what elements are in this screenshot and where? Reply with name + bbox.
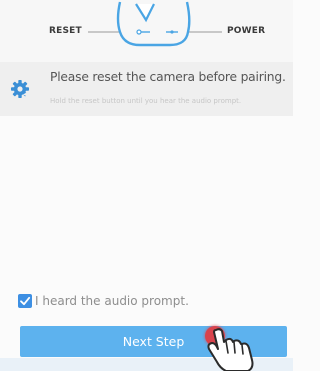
gear-icon (11, 80, 29, 98)
reset-label: RESET (49, 26, 82, 36)
tip-title: Please reset the camera before pairing. (50, 70, 286, 84)
power-label: POWER (227, 26, 266, 36)
camera-diagram: RESET POWER (0, 0, 293, 62)
pointing-hand-icon (207, 328, 254, 371)
checkmark-icon (20, 296, 31, 306)
tip-subtitle: Hold the reset button until you hear the… (50, 97, 242, 105)
audio-prompt-checkbox[interactable] (18, 294, 32, 308)
audio-prompt-label[interactable]: I heard the audio prompt. (35, 294, 189, 308)
